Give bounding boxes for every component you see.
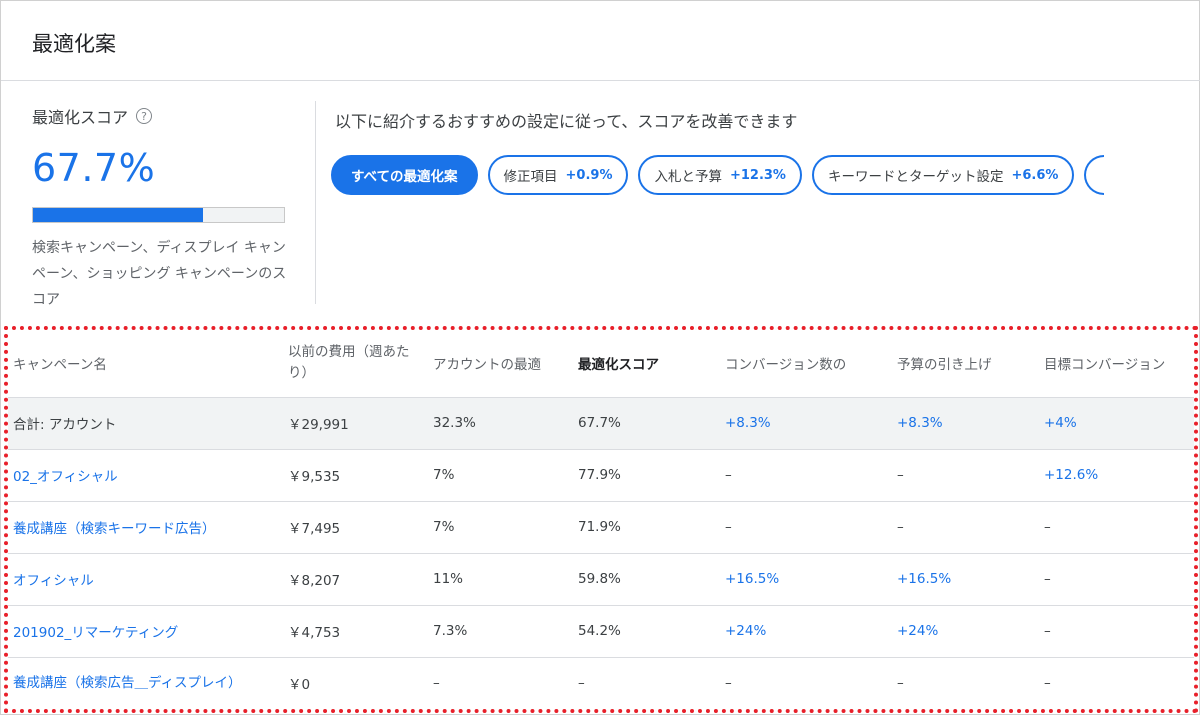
- cell-account: 11%: [428, 552, 573, 605]
- campaign-link[interactable]: 養成講座（検索広告＿ディスプレイ）: [8, 656, 283, 709]
- campaign-link[interactable]: 02_オフィシャル: [8, 448, 283, 501]
- chip-delta: +6.6%: [1011, 167, 1059, 183]
- score-progress-fill: [33, 208, 203, 222]
- cell-score: –: [573, 656, 720, 709]
- campaign-table-highlight: キャンペーン名 以前の費用（週あたり） アカウントの最適 最適化スコア コンバー…: [4, 326, 1198, 713]
- score-label-row: 最適化スコア ?: [32, 104, 302, 128]
- recommendation-filter-chips: すべての最適化案 修正項目 +0.9% 入札と予算 +12.3% キーワードとタ…: [331, 155, 1105, 195]
- column-header-opt-score[interactable]: 最適化スコア: [573, 330, 720, 397]
- chip-more-partial[interactable]: [1084, 155, 1105, 195]
- cell-score: 77.9%: [573, 448, 720, 501]
- cell-conversions: +24%: [720, 604, 892, 657]
- column-header-previous-cost[interactable]: 以前の費用（週あたり）: [283, 330, 428, 397]
- score-label: 最適化スコア: [32, 108, 129, 127]
- table-row-total: 合計: アカウント ￥29,991 32.3% 67.7% +8.3% +8.3…: [8, 396, 1194, 449]
- column-header-account-opt[interactable]: アカウントの最適: [428, 330, 573, 397]
- cell-target: –: [1039, 552, 1194, 605]
- chip-label: キーワードとターゲット設定: [827, 169, 1004, 185]
- cell-score: 71.9%: [573, 500, 720, 553]
- chip-bids-and-budgets[interactable]: 入札と予算 +12.3%: [638, 155, 802, 195]
- cell-score: 67.7%: [573, 396, 720, 449]
- chip-label: 修正項目: [503, 169, 558, 185]
- table-row: 02_オフィシャル ￥9,535 7% 77.9% – – +12.6%: [8, 448, 1194, 501]
- column-header-campaign[interactable]: キャンペーン名: [8, 330, 283, 397]
- chip-label: すべての最適化案: [351, 169, 458, 185]
- cell-cost: ￥4,753: [283, 604, 428, 657]
- table-row: オフィシャル ￥8,207 11% 59.8% +16.5% +16.5% –: [8, 552, 1194, 605]
- table-row: 養成講座（検索広告＿ディスプレイ） ￥0 – – – – –: [8, 656, 1194, 709]
- table-row: 201902_リマーケティング ￥4,753 7.3% 54.2% +24% +…: [8, 604, 1194, 657]
- page-header: 最適化案: [1, 1, 1200, 81]
- campaign-link[interactable]: 養成講座（検索キーワード広告）: [8, 500, 283, 553]
- table-header-row: キャンペーン名 以前の費用（週あたり） アカウントの最適 最適化スコア コンバー…: [8, 330, 1194, 397]
- cell-account: 32.3%: [428, 396, 573, 449]
- help-icon[interactable]: ?: [136, 108, 153, 124]
- vertical-divider: [315, 101, 316, 304]
- chip-label: 入札と予算: [654, 169, 722, 185]
- campaign-link[interactable]: オフィシャル: [8, 552, 283, 605]
- cell-account: 7.3%: [428, 604, 573, 657]
- campaign-link[interactable]: 201902_リマーケティング: [8, 604, 283, 657]
- cell-account: –: [428, 656, 573, 709]
- score-value: 67.7%: [32, 146, 156, 190]
- cell-budget: –: [892, 500, 1039, 553]
- page-title: 最適化案: [32, 32, 116, 56]
- column-header-budget-increase[interactable]: 予算の引き上げ: [892, 330, 1039, 397]
- page-frame: 最適化案 最適化スコア ? 67.7% 検索キャンペーン、ディスプレイ キャンペ…: [0, 0, 1200, 715]
- cell-cost: ￥8,207: [283, 552, 428, 605]
- table-row: 養成講座（検索キーワード広告） ￥7,495 7% 71.9% – – –: [8, 500, 1194, 553]
- cell-conversions: +8.3%: [720, 396, 892, 449]
- campaign-table: キャンペーン名 以前の費用（週あたり） アカウントの最適 最適化スコア コンバー…: [8, 330, 1194, 709]
- cell-budget: +8.3%: [892, 396, 1039, 449]
- recommendations-intro: 以下に紹介するおすすめの設定に従って、スコアを改善できます: [335, 112, 798, 131]
- cell-score: 54.2%: [573, 604, 720, 657]
- cell-account: 7%: [428, 448, 573, 501]
- cell-cost: ￥29,991: [283, 396, 428, 449]
- cell-conversions: –: [720, 448, 892, 501]
- cell-budget: +24%: [892, 604, 1039, 657]
- score-progress-bar: [32, 207, 285, 223]
- cell-conversions: –: [720, 656, 892, 709]
- cell-budget: –: [892, 448, 1039, 501]
- cell-cost: ￥0: [283, 656, 428, 709]
- cell-cost: ￥9,535: [283, 448, 428, 501]
- column-header-target-conversions[interactable]: 目標コンバージョン: [1039, 330, 1194, 397]
- cell-cost: ￥7,495: [283, 500, 428, 553]
- cell-budget: +16.5%: [892, 552, 1039, 605]
- cell-score: 59.8%: [573, 552, 720, 605]
- cell-account: 7%: [428, 500, 573, 553]
- cell-target: –: [1039, 500, 1194, 553]
- optimization-score-panel: 最適化スコア ? 67.7% 検索キャンペーン、ディスプレイ キャンペーン、ショ…: [32, 104, 302, 313]
- cell-target: +12.6%: [1039, 448, 1194, 501]
- chip-fixes[interactable]: 修正項目 +0.9%: [487, 155, 629, 195]
- cell-target: –: [1039, 604, 1194, 657]
- cell-conversions: –: [720, 500, 892, 553]
- score-description: 検索キャンペーン、ディスプレイ キャンペーン、ショッピング キャンペーンのスコア: [32, 240, 287, 308]
- cell-target: –: [1039, 656, 1194, 709]
- chip-delta: +12.3%: [729, 167, 786, 183]
- cell-campaign-name: 合計: アカウント: [8, 396, 283, 449]
- cell-budget: –: [892, 656, 1039, 709]
- cell-target: +4%: [1039, 396, 1194, 449]
- chip-all-recommendations[interactable]: すべての最適化案: [331, 155, 478, 195]
- cell-conversions: +16.5%: [720, 552, 892, 605]
- chip-keywords-and-targeting[interactable]: キーワードとターゲット設定 +6.6%: [811, 155, 1075, 195]
- column-header-conversions[interactable]: コンバージョン数の: [720, 330, 892, 397]
- chip-delta: +0.9%: [565, 167, 613, 183]
